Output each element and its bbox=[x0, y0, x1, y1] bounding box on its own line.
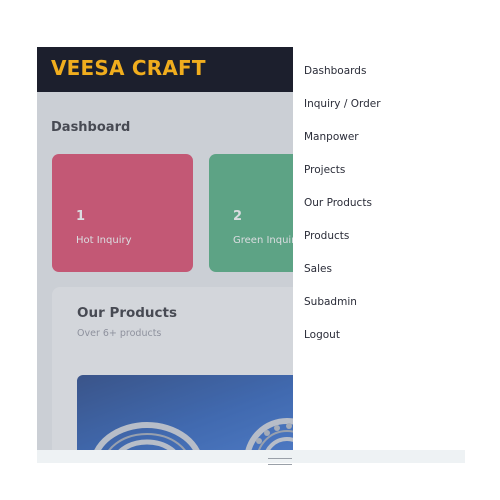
bottom-bar bbox=[37, 450, 465, 463]
menu-item-projects[interactable]: Projects bbox=[304, 164, 345, 176]
menu-item-dashboards[interactable]: Dashboards bbox=[304, 65, 366, 77]
app-window: VEESA CRAFT Dashboard 1 Hot Inquiry 2 Gr… bbox=[37, 47, 293, 450]
navigation-drawer: Dashboards Inquiry / Order Manpower Proj… bbox=[293, 47, 500, 450]
drag-handle-icon[interactable] bbox=[268, 458, 292, 465]
menu-item-inquiry-order[interactable]: Inquiry / Order bbox=[304, 98, 381, 110]
page-title: Dashboard bbox=[51, 120, 131, 135]
our-products-panel: Our Products Over 6+ products bbox=[52, 287, 293, 450]
top-bar: VEESA CRAFT bbox=[37, 47, 293, 92]
bearing-illustration bbox=[94, 418, 293, 450]
menu-item-products[interactable]: Products bbox=[304, 230, 349, 242]
menu-item-subadmin[interactable]: Subadmin bbox=[304, 296, 357, 308]
green-inquiry-card[interactable]: 2 Green Inquiry bbox=[209, 154, 293, 272]
menu-item-sales[interactable]: Sales bbox=[304, 263, 332, 275]
our-products-title: Our Products bbox=[77, 305, 178, 321]
green-inquiry-label: Green Inquiry bbox=[233, 235, 293, 246]
menu-item-logout[interactable]: Logout bbox=[304, 329, 340, 341]
green-inquiry-count: 2 bbox=[233, 209, 243, 224]
our-products-subtitle: Over 6+ products bbox=[77, 328, 162, 339]
menu-item-our-products[interactable]: Our Products bbox=[304, 197, 372, 209]
product-bearing-image[interactable] bbox=[77, 375, 293, 450]
menu-item-manpower[interactable]: Manpower bbox=[304, 131, 359, 143]
hot-inquiry-label: Hot Inquiry bbox=[76, 235, 132, 246]
hot-inquiry-count: 1 bbox=[76, 209, 86, 224]
brand-logo[interactable]: VEESA CRAFT bbox=[51, 56, 206, 80]
hot-inquiry-card[interactable]: 1 Hot Inquiry bbox=[52, 154, 193, 272]
